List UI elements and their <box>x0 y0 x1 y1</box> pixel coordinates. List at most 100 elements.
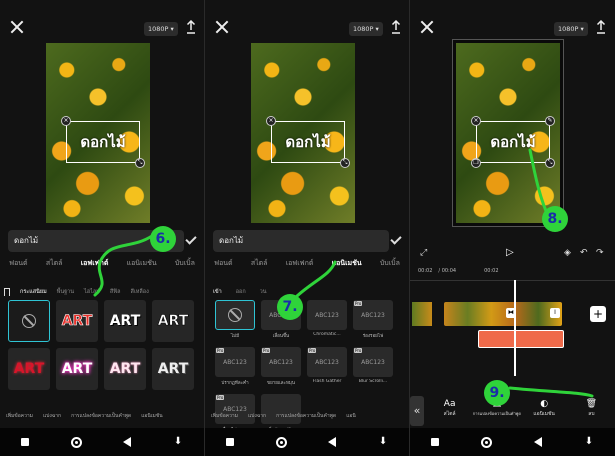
playhead[interactable] <box>514 280 516 376</box>
tab-effects[interactable]: เอฟเฟกต์ <box>286 258 314 272</box>
export-icon[interactable] <box>596 20 606 34</box>
recents-icon[interactable] <box>20 438 29 446</box>
effect-item[interactable]: ART <box>152 348 194 390</box>
resize-handle-icon[interactable]: ⤡ <box>545 158 555 168</box>
effect-item[interactable]: ART <box>8 348 50 390</box>
text-overlay-box[interactable]: ดอกไม้ × ✎ ❐ ⤡ <box>471 116 555 168</box>
anim-in-tab[interactable]: เข้า <box>213 288 222 296</box>
video-clip[interactable] <box>444 302 562 326</box>
category-fill[interactable]: สีฟิล <box>110 288 121 296</box>
close-icon[interactable] <box>215 20 229 34</box>
back-icon[interactable] <box>123 437 132 447</box>
home-icon[interactable] <box>481 436 492 448</box>
tab-font[interactable]: ฟอนต์ <box>9 258 28 272</box>
anim-item[interactable]: ไม่มี <box>215 300 255 340</box>
anim-item[interactable]: ABC123 Pro ขยายและหมุน <box>261 347 301 387</box>
anim-out-tab[interactable]: ออก <box>236 288 246 296</box>
category-highlight[interactable]: ไฮไลท์ <box>84 288 100 296</box>
tab-effects[interactable]: เอฟเฟกต์ <box>81 258 109 272</box>
effect-item[interactable]: ART <box>104 300 146 342</box>
home-icon[interactable] <box>275 436 287 448</box>
timeline[interactable]: 00:02 / 00:04 00:02 ⧓ I <box>410 268 615 388</box>
tab-animation[interactable]: แอนิเมชัน <box>332 258 362 272</box>
recents-icon[interactable] <box>431 438 439 446</box>
tts-action[interactable]: การแปลงข้อความเป็นคำพูด <box>71 412 131 420</box>
anim-item[interactable]: ABC123 Chromatic... <box>307 300 347 340</box>
add-text-action[interactable]: เพิ่มข้อความ <box>211 412 238 420</box>
add-clip-icon[interactable]: + <box>590 306 606 322</box>
text-overlay-box[interactable]: ดอกไม้ × ⤡ <box>61 116 145 168</box>
add-text-action[interactable]: เพิ่มข้อความ <box>6 412 33 420</box>
effect-item[interactable]: ART <box>152 300 194 342</box>
delete-text-icon[interactable]: × <box>266 116 276 126</box>
tab-bubble[interactable]: บับเบิ้ล <box>175 258 195 272</box>
recents-icon[interactable] <box>225 438 234 446</box>
category-trending[interactable]: กระแสนิยม <box>20 288 47 296</box>
download-icon[interactable]: ⬇ <box>584 437 594 447</box>
tab-animation[interactable]: แอนิเมชัน <box>127 258 157 272</box>
close-icon[interactable] <box>420 20 434 34</box>
tool-style[interactable]: Aa สไตล์ <box>431 398 469 418</box>
video-preview[interactable]: ดอกไม้ × ⤡ <box>251 43 355 223</box>
undo-icon[interactable]: ↶ <box>580 248 588 258</box>
effect-none[interactable] <box>8 300 50 342</box>
resolution-button[interactable]: 1080P ▾ <box>554 22 588 36</box>
effect-item[interactable]: ART <box>56 348 98 390</box>
bookmark-icon[interactable] <box>4 288 10 296</box>
anim-item[interactable]: ABC123 Pro ปรากฏทีละคำ <box>215 347 255 387</box>
text-overlay-box[interactable]: ดอกไม้ × ⤡ <box>266 116 350 168</box>
anim-item[interactable]: ABC123 Pro Blur Scrolli... <box>353 347 393 387</box>
close-icon[interactable] <box>10 20 24 34</box>
export-icon[interactable] <box>186 20 196 34</box>
download-icon[interactable]: ⬇ <box>173 437 183 447</box>
confirm-check-icon[interactable] <box>185 233 197 245</box>
style-icon: Aa <box>443 399 456 409</box>
tool-animation[interactable]: ◐ แอนิเมชัน <box>525 398 563 418</box>
resize-handle-icon[interactable]: ⤡ <box>340 158 350 168</box>
play-icon[interactable]: ▷ <box>506 247 514 258</box>
anim-preview-text: ABC123 <box>223 358 247 366</box>
confirm-check-icon[interactable] <box>390 233 402 245</box>
category-basic[interactable]: พื้นฐาน <box>57 288 74 296</box>
copy-text-icon[interactable]: ❐ <box>471 158 481 168</box>
animation-action[interactable]: แอนิ <box>346 412 356 420</box>
back-icon[interactable] <box>534 437 542 447</box>
video-preview[interactable]: ดอกไม้ × ✎ ❐ ⤡ <box>456 43 560 223</box>
animation-action[interactable]: แอนิเมชัน <box>141 412 162 420</box>
tool-delete[interactable]: 🗑 ลบ <box>572 398 610 418</box>
export-icon[interactable] <box>391 20 401 34</box>
fullscreen-icon[interactable]: ⤢ <box>420 248 427 258</box>
resolution-button[interactable]: 1080P ▾ <box>349 22 383 36</box>
tab-bubble[interactable]: บับเบิ้ล <box>380 258 400 272</box>
resolution-button[interactable]: 1080P ▾ <box>144 22 178 36</box>
effect-item[interactable]: ART <box>56 300 98 342</box>
anim-item[interactable]: ABC123 Pro ร่องรอยไฟ <box>353 300 393 340</box>
split-action[interactable]: แบ่งฉาก <box>248 412 266 420</box>
split-action[interactable]: แบ่งฉาก <box>43 412 61 420</box>
delete-text-icon[interactable]: × <box>61 116 71 126</box>
tab-font[interactable]: ฟอนต์ <box>214 258 233 272</box>
text-clip[interactable] <box>478 330 564 348</box>
anim-label: ขยายและหมุน <box>267 381 295 386</box>
back-icon[interactable] <box>328 437 337 447</box>
edit-text-icon[interactable]: ✎ <box>545 116 555 126</box>
bottom-actions: เพิ่มข้อความ แบ่งฉาก การแปลงข้อความเป็นค… <box>0 410 204 422</box>
keyframe-icon[interactable]: ◈ <box>564 248 571 258</box>
anim-loop-tab[interactable]: วน <box>260 288 267 296</box>
trash-icon: 🗑 <box>585 399 598 409</box>
delete-text-icon[interactable]: × <box>471 116 481 126</box>
video-preview[interactable]: ดอกไม้ × ⤡ <box>46 43 150 223</box>
tab-style[interactable]: สไตล์ <box>251 258 268 272</box>
redo-icon[interactable]: ↷ <box>596 248 604 258</box>
clip-end-icon[interactable]: I <box>550 308 560 318</box>
download-icon[interactable]: ⬇ <box>378 437 388 447</box>
home-icon[interactable] <box>70 436 82 448</box>
video-clip-prev[interactable] <box>412 302 432 326</box>
anim-item[interactable]: ABC123 Pro Flash Gather <box>307 347 347 387</box>
category-yellow[interactable]: สีเหลือง <box>131 288 149 296</box>
tab-style[interactable]: สไตล์ <box>46 258 63 272</box>
tts-action[interactable]: การแปลงข้อความเป็นคำพูด <box>276 412 336 420</box>
text-input[interactable]: ดอกไม้ <box>213 230 389 252</box>
effect-item[interactable]: ART <box>104 348 146 390</box>
resize-handle-icon[interactable]: ⤡ <box>135 158 145 168</box>
